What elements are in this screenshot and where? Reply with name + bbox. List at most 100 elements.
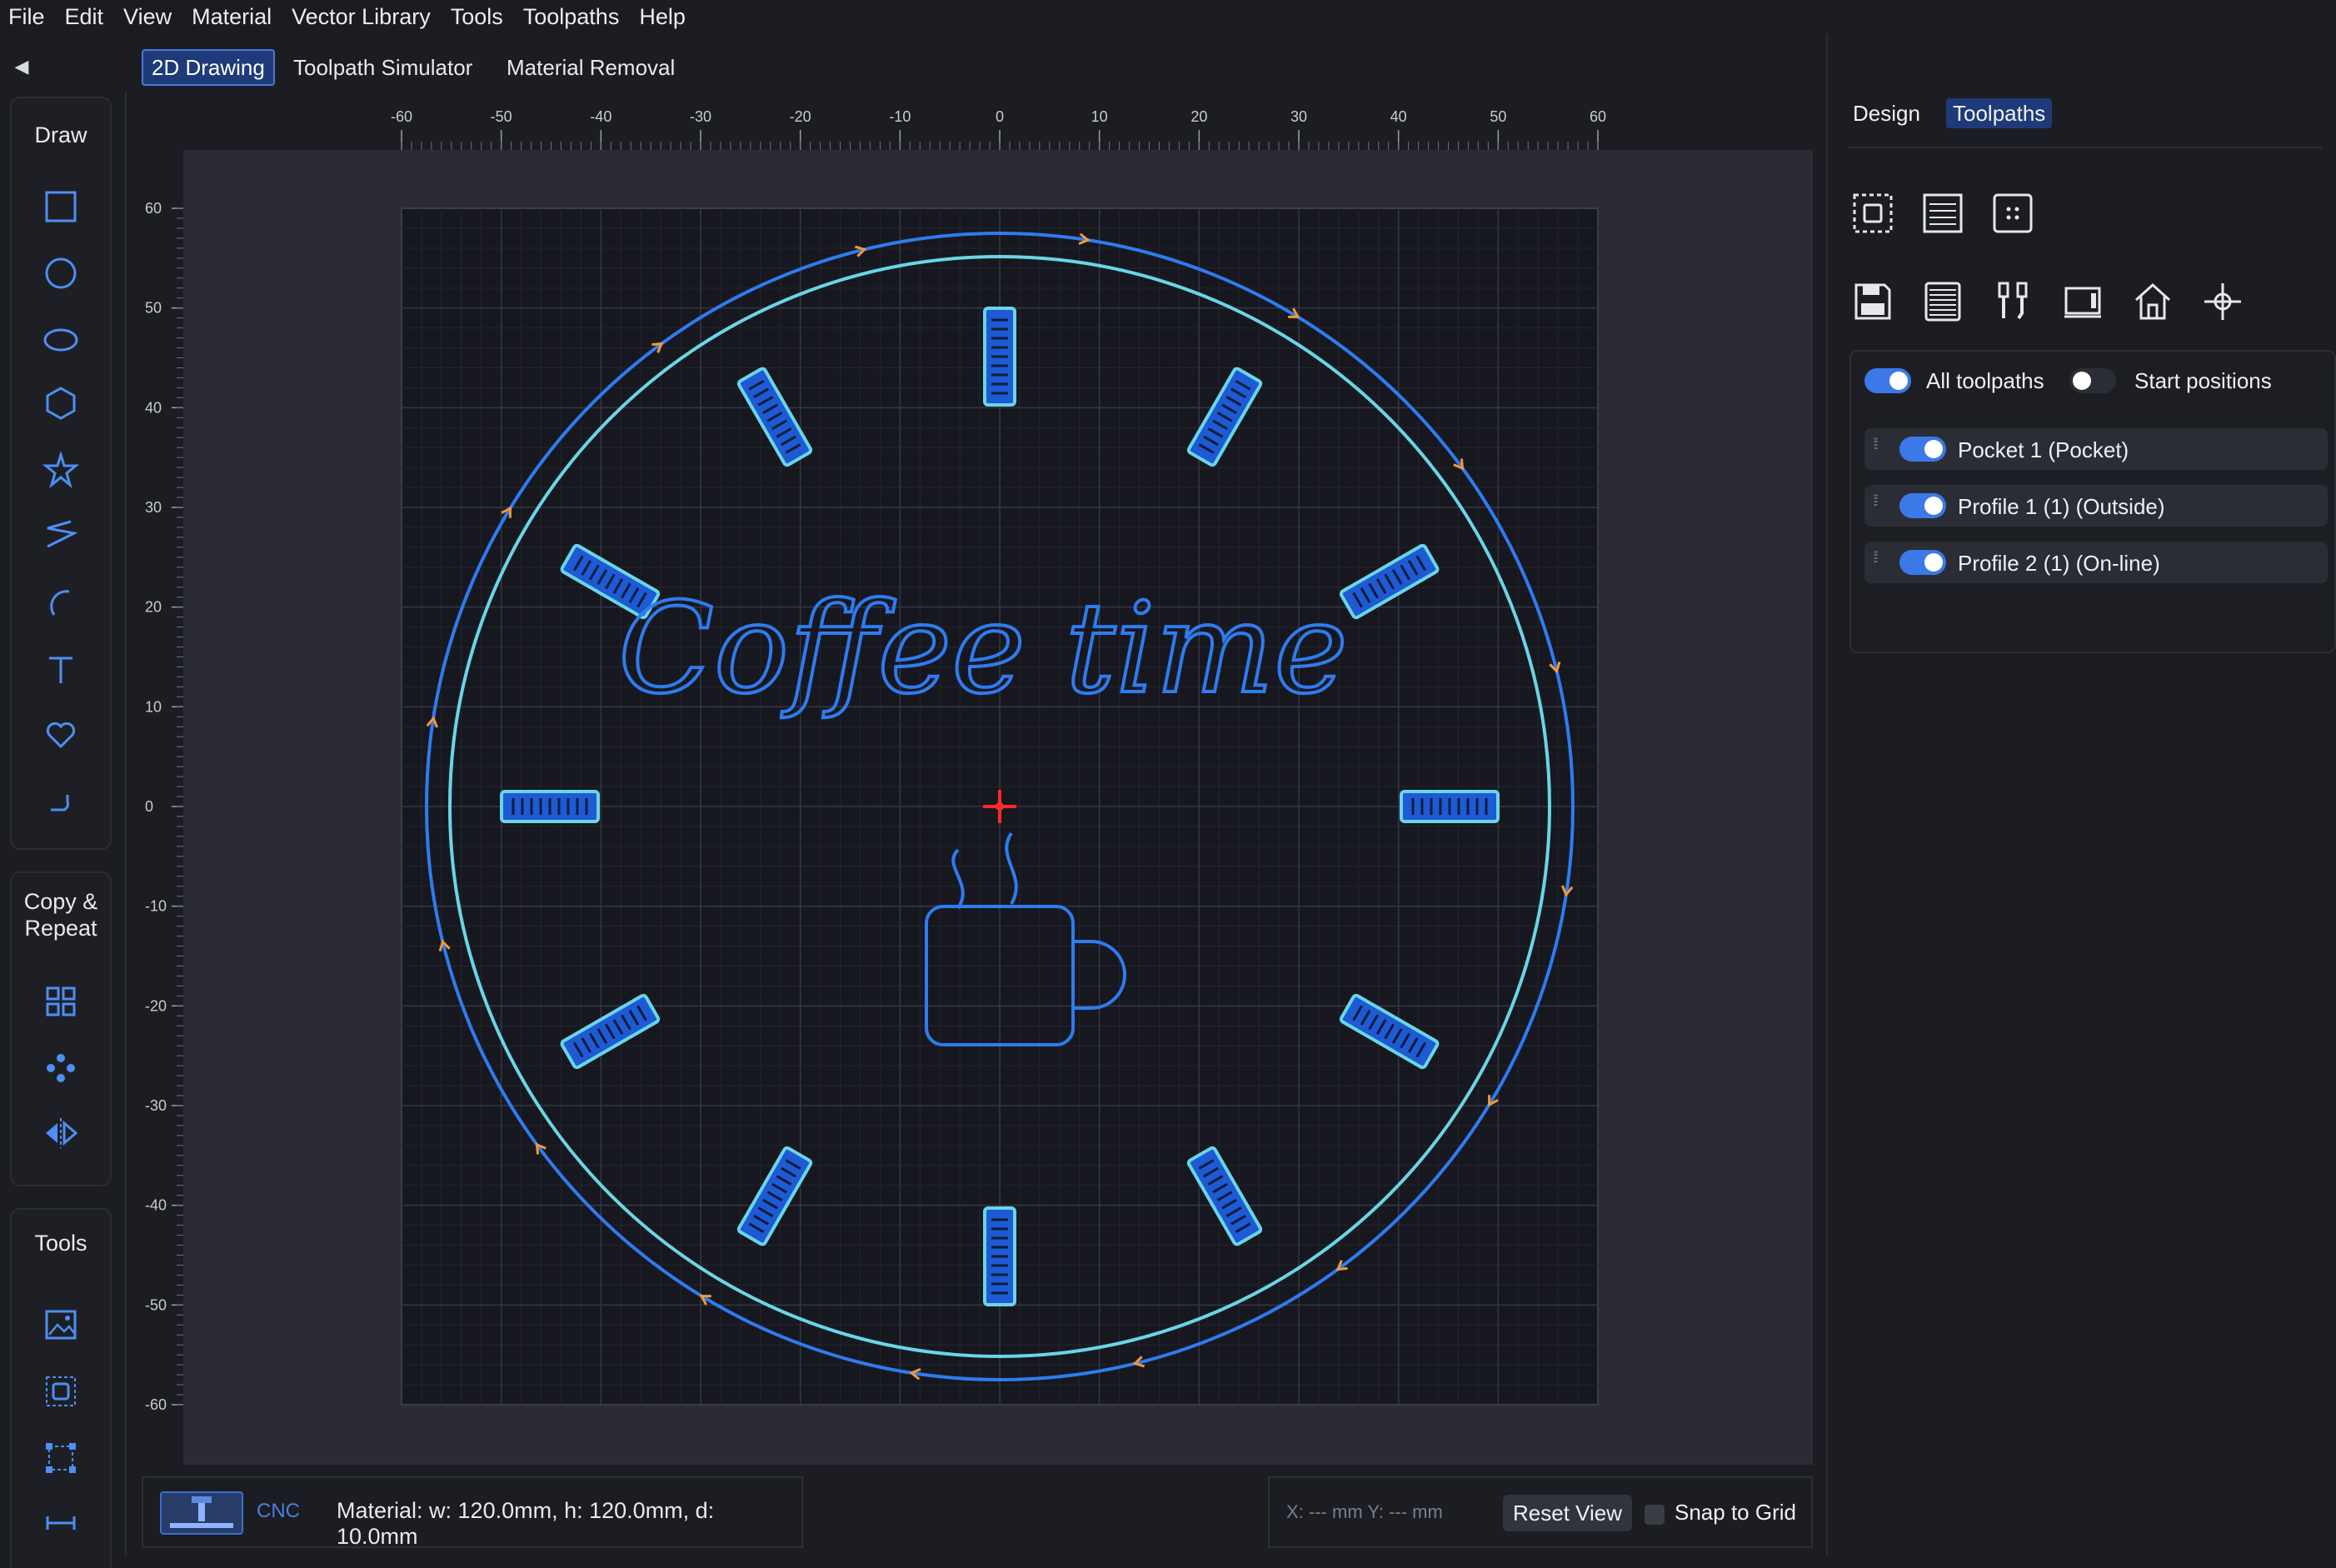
collapse-left-icon[interactable]: ◀ (5, 50, 38, 83)
toolpath-row[interactable]: ⁞⁞ Pocket 1 (Pocket) (1864, 428, 2328, 470)
menu-view[interactable]: View (113, 0, 182, 33)
ruler-label: -50 (491, 108, 512, 125)
tool-bits-icon[interactable] (1988, 277, 2038, 327)
machine-status-bar: CNC Material: w: 120.0mm, h: 120.0mm, d:… (142, 1476, 803, 1549)
ruler-label: 0 (145, 798, 153, 815)
ruler-label: -60 (145, 1396, 167, 1413)
rectangle-icon[interactable] (32, 182, 90, 232)
ruler-label: -10 (889, 108, 911, 125)
ruler-label: 40 (1390, 108, 1407, 125)
tab-toolpaths[interactable]: Toolpaths (1946, 98, 2053, 128)
drag-handle-icon[interactable]: ⁞⁞ (1873, 550, 1879, 565)
toolpath-visibility-toggle[interactable] (1899, 550, 1946, 575)
ruler-label: -10 (145, 898, 167, 915)
toolpath-label: Pocket 1 (Pocket) (1958, 437, 2129, 462)
ruler-label: 20 (1190, 108, 1207, 125)
image-icon[interactable] (32, 1300, 90, 1350)
ruler-label: -40 (145, 1197, 167, 1214)
toolpath-row[interactable]: ⁞⁞ Profile 2 (1) (On-line) (1864, 542, 2328, 583)
ruler-label: -50 (145, 1296, 167, 1313)
all-toolpaths-toggle[interactable] (1864, 368, 1911, 393)
menu-help[interactable]: Help (629, 0, 696, 33)
toolpath-visibility-toggle[interactable] (1899, 493, 1946, 518)
measure-icon[interactable] (32, 1498, 90, 1548)
cnc-machine-icon[interactable] (160, 1491, 243, 1535)
ruler-label: 0 (996, 108, 1004, 125)
ruler-label: 40 (145, 399, 162, 416)
drawing-canvas[interactable]: -60 -50 -40 -30 -20 -10 0 10 20 30 40 50 60 60 50 40 30 2… (142, 100, 1813, 1465)
panel-divider (1848, 147, 2323, 148)
menubar: File Edit View Material Vector Library T… (0, 0, 2336, 33)
menu-edit[interactable]: Edit (55, 0, 114, 33)
menu-tools[interactable]: Tools (441, 0, 513, 33)
toolpath-row[interactable]: ⁞⁞ Profile 1 (1) (Outside) (1864, 485, 2328, 527)
home-icon[interactable] (2128, 277, 2178, 327)
tab-2d-drawing[interactable]: 2D Drawing (142, 49, 275, 86)
draw-panel-title: Draw (34, 122, 87, 147)
ruler-label: 30 (1290, 108, 1307, 125)
mirror-icon[interactable] (32, 1108, 90, 1158)
tab-toolpath-simulator[interactable]: Toolpath Simulator (293, 51, 472, 84)
view-status-bar: X: --- mm Y: --- mm Reset View Snap to G… (1268, 1476, 1813, 1548)
polyline-icon[interactable] (32, 512, 90, 562)
machine-icon[interactable] (2058, 277, 2108, 327)
crosshair-icon[interactable] (2198, 277, 2248, 327)
bounding-box-icon[interactable] (32, 1433, 90, 1483)
menu-material[interactable]: Material (182, 0, 282, 33)
dots-grid-icon[interactable] (1988, 188, 2038, 238)
ruler-label: 50 (1490, 108, 1506, 125)
offset-icon[interactable] (32, 1366, 90, 1416)
arc-icon[interactable] (32, 578, 90, 628)
ruler-label: 20 (145, 599, 162, 616)
ruler-label: -60 (391, 108, 412, 125)
ruler-label: 30 (145, 499, 162, 516)
ruler-label: 10 (1091, 108, 1108, 125)
drag-handle-icon[interactable]: ⁞⁞ (1873, 493, 1879, 508)
text-icon[interactable] (32, 645, 90, 695)
ruler-label: -40 (590, 108, 611, 125)
gcode-icon[interactable] (1918, 277, 1968, 327)
menu-vector-library[interactable]: Vector Library (282, 0, 441, 33)
curve-icon[interactable] (32, 775, 90, 825)
grid-array-icon[interactable] (32, 976, 90, 1026)
left-toolbar: Draw Copy & Repeat Tools (0, 92, 127, 1568)
toolpaths-list-panel: All toolpaths Start positions ⁞⁞ Pocket … (1849, 350, 2336, 653)
copy-repeat-title: Copy & Repeat (23, 889, 98, 941)
right-panel: Design Toolpaths All toolpaths Start pos… (1826, 33, 2336, 1555)
copy-repeat-panel: Copy & Repeat (10, 871, 112, 1186)
hour-marker-pocket (983, 307, 1016, 407)
list-icon[interactable] (1918, 188, 1968, 238)
tab-material-removal[interactable]: Material Removal (507, 51, 675, 84)
canvas-svg: -60 -50 -40 -30 -20 -10 0 10 20 30 40 50 60 60 50 40 30 2… (145, 108, 1606, 1413)
hexagon-icon[interactable] (32, 378, 90, 428)
ellipse-icon[interactable] (32, 315, 90, 365)
toolpath-visibility-toggle[interactable] (1899, 437, 1946, 462)
star-icon[interactable] (32, 445, 90, 495)
heart-icon[interactable] (32, 710, 90, 760)
menu-toolpaths[interactable]: Toolpaths (513, 0, 630, 33)
machine-type-label: CNC (257, 1500, 300, 1522)
toolpath-label: Profile 2 (1) (On-line) (1958, 551, 2160, 576)
drag-handle-icon[interactable]: ⁞⁞ (1873, 437, 1879, 452)
save-icon[interactable] (1848, 277, 1898, 327)
snap-to-grid-checkbox[interactable] (1645, 1505, 1665, 1525)
toolpath-label: Profile 1 (1) (Outside) (1958, 494, 2165, 519)
select-area-icon[interactable] (1848, 188, 1898, 238)
tab-design[interactable]: Design (1853, 98, 1920, 128)
circular-array-icon[interactable] (32, 1043, 90, 1093)
menu-file[interactable]: File (0, 0, 55, 33)
ruler-label: -20 (790, 108, 811, 125)
snap-to-grid-label: Snap to Grid (1675, 1500, 1796, 1525)
draw-panel: Draw (10, 97, 112, 850)
ruler-label: 60 (1590, 108, 1606, 125)
hour-marker-pocket (1400, 790, 1500, 823)
start-positions-toggle[interactable] (2069, 368, 2116, 393)
tools-panel: Tools (10, 1208, 112, 1568)
circle-icon[interactable] (32, 248, 90, 298)
reset-view-button[interactable]: Reset View (1503, 1495, 1633, 1531)
hour-marker-pocket (500, 790, 600, 823)
ruler-label: -30 (145, 1097, 167, 1114)
ruler-label: -20 (145, 997, 167, 1014)
origin-dot (996, 802, 1004, 811)
hour-marker-pocket (983, 1206, 1016, 1306)
